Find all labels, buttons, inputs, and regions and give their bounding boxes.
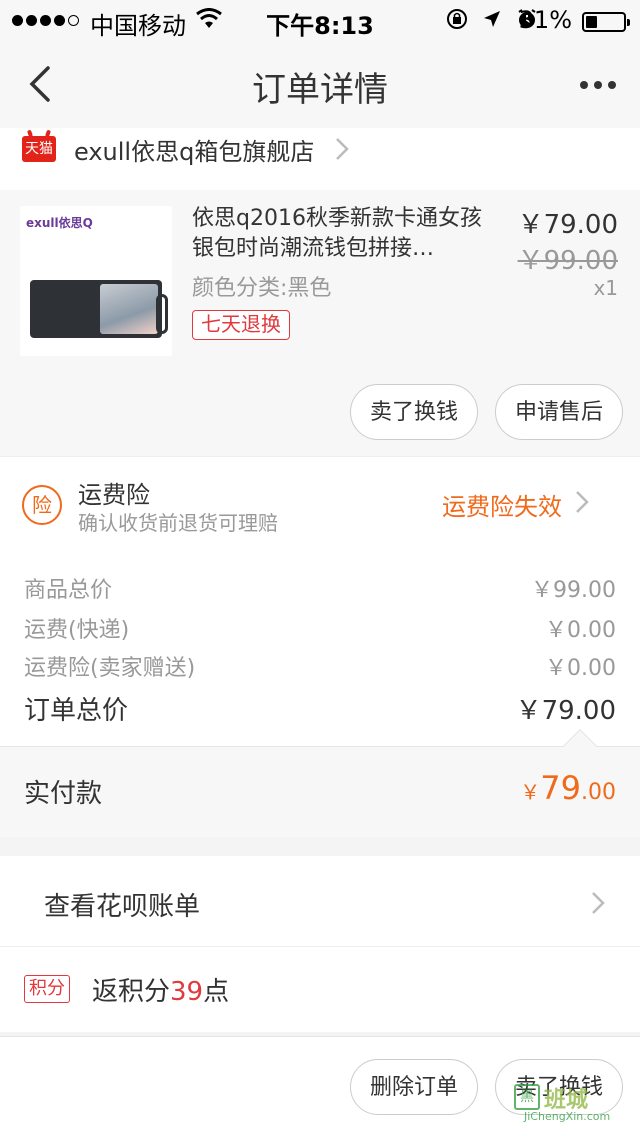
product-variant: 颜色分类:黑色 [192, 276, 332, 301]
shop-header[interactable]: 天猫 exull依思q箱包旗舰店 [0, 128, 640, 190]
watermark-mark: 黑 [514, 1084, 540, 1110]
summary-row-total: 订单总价 ￥79.00 [24, 690, 616, 727]
points-suffix: 点 [203, 977, 230, 1007]
product-price: ￥79.00 [517, 210, 618, 240]
action-footer: 删除订单 卖了换钱 黑 班城 JiChengXin.com [0, 1036, 640, 1136]
delete-order-button[interactable]: 删除订单 [350, 1059, 478, 1115]
currency-symbol: ￥ [520, 780, 541, 804]
points-text: 返积分39点 [92, 971, 229, 1008]
watermark-logo: 黑 班城 JiChengXin.com [508, 1082, 628, 1126]
actual-payment-row: 实付款 ￥79.00 [0, 747, 640, 837]
summary-label: 运费(快递) [24, 618, 130, 643]
price-summary: 商品总价 ￥99.00 运费(快递) ￥0.00 运费险(卖家赠送) ￥0.00… [0, 544, 640, 746]
chevron-right-icon [336, 138, 349, 160]
summary-value: ￥0.00 [545, 618, 616, 643]
location-icon [484, 11, 500, 27]
order-total-label: 订单总价 [24, 696, 129, 726]
navigation-bar: 订单详情 [0, 40, 640, 128]
battery-icon [582, 12, 630, 32]
product-title: 依思q2016秋季新款卡通女孩银包时尚潮流钱包拼接… [192, 206, 482, 261]
actual-payment-value: ￥79.00 [520, 769, 616, 807]
order-total-value: ￥79.00 [515, 696, 616, 726]
product-quantity: x1 [593, 276, 618, 300]
summary-label: 商品总价 [24, 578, 113, 603]
chevron-right-icon [576, 491, 589, 513]
return-policy-badge: 七天退换 [192, 310, 290, 340]
sell-for-cash-button[interactable]: 卖了换钱 [350, 384, 478, 440]
page-title: 订单详情 [252, 70, 388, 110]
product-item[interactable]: exull依思Q 依思q2016秋季新款卡通女孩银包时尚潮流钱包拼接… 颜色分类… [0, 190, 640, 456]
product-image[interactable]: exull依思Q [20, 206, 172, 356]
points-reward-row: 积分 返积分39点 [0, 946, 640, 1032]
chevron-right-icon [592, 892, 605, 914]
insurance-subtitle: 确认收货前退货可理赔 [78, 511, 278, 535]
payment-integer: 79 [540, 769, 581, 807]
summary-row-goods: 商品总价 ￥99.00 [24, 572, 616, 604]
battery-percent: 31% [518, 6, 572, 34]
points-badge: 积分 [24, 975, 70, 1003]
huabei-bill-row[interactable]: 查看花呗账单 [0, 856, 640, 946]
shop-name: exull依思q箱包旗舰店 [74, 138, 315, 166]
rotation-lock-icon [447, 9, 467, 29]
points-number: 39 [170, 977, 204, 1007]
product-image-brand: exull依思Q [26, 216, 93, 230]
insurance-status: 运费险失效 [442, 493, 562, 521]
points-prefix: 返积分 [92, 977, 171, 1007]
summary-row-shipping: 运费(快递) ￥0.00 [24, 612, 616, 644]
watermark-url: JiChengXin.com [524, 1110, 611, 1123]
huabei-bill-label: 查看花呗账单 [44, 892, 201, 922]
shipping-insurance-row[interactable]: 险 运费险 确认收货前退货可理赔 运费险失效 [0, 456, 640, 544]
tmall-logo: 天猫 [22, 136, 56, 162]
payment-decimal: .00 [581, 780, 616, 805]
after-sale-button[interactable]: 申请售后 [495, 384, 623, 440]
status-bar: 中国移动 下午8:13 31% [0, 0, 640, 40]
summary-label: 运费险(卖家赠送) [24, 656, 196, 681]
product-original-price: ￥99.00 [517, 246, 618, 276]
insurance-icon: 险 [22, 485, 62, 525]
summary-row-insurance: 运费险(卖家赠送) ￥0.00 [24, 650, 616, 682]
insurance-title: 运费险 [78, 481, 150, 509]
actual-payment-label: 实付款 [24, 779, 103, 809]
summary-value: ￥99.00 [531, 578, 616, 603]
summary-value: ￥0.00 [545, 656, 616, 681]
more-dots-icon[interactable] [578, 70, 618, 100]
